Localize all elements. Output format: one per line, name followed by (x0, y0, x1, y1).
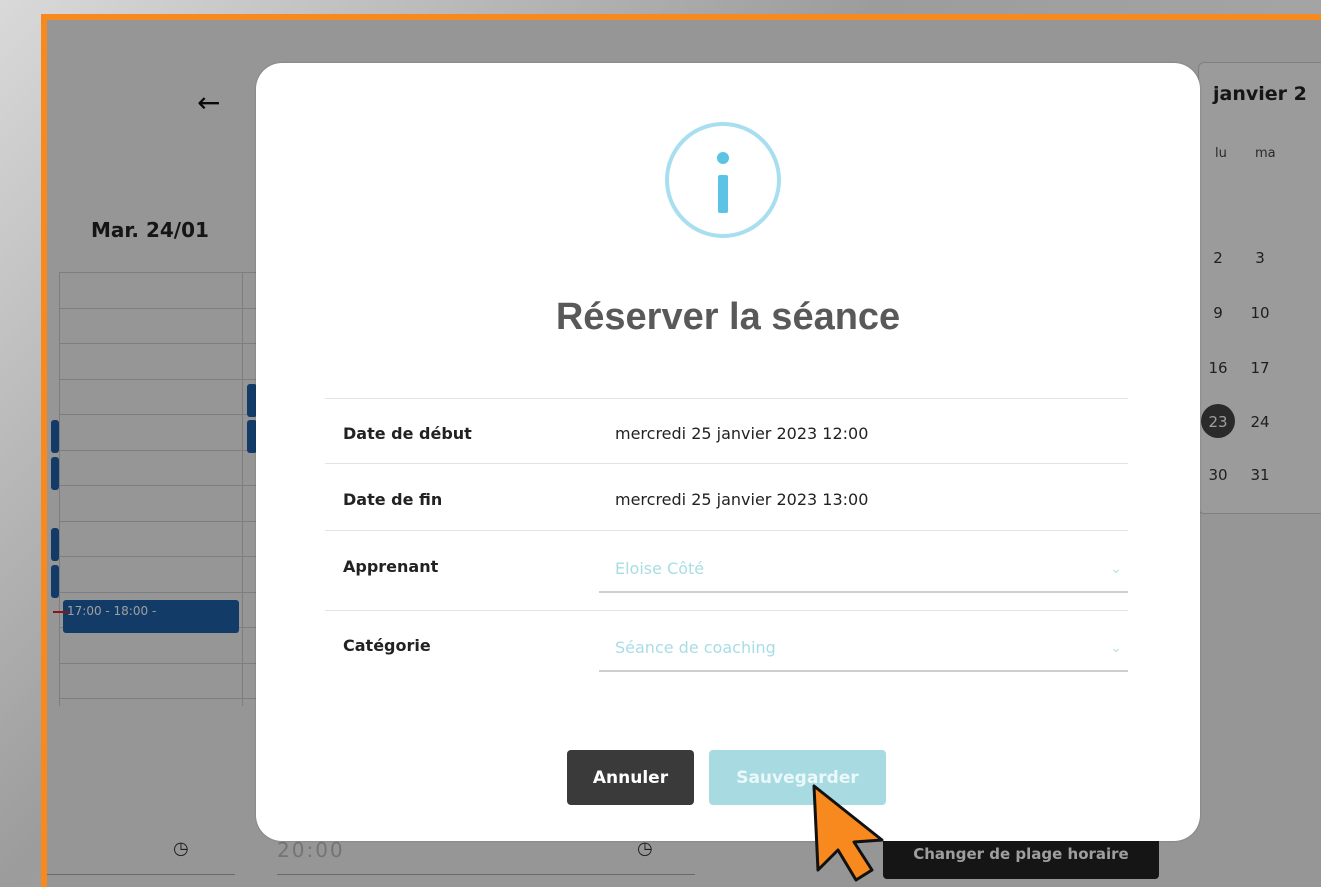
category-label: Catégorie (343, 636, 431, 655)
category-value: Séance de coaching (615, 638, 776, 657)
form-divider (325, 398, 1128, 399)
chevron-down-icon: ⌄ (1110, 561, 1122, 577)
start-date-value: mercredi 25 janvier 2023 12:00 (615, 424, 869, 443)
learner-select[interactable]: Eloise Côté ⌄ (599, 559, 1128, 593)
cancel-button[interactable]: Annuler (567, 750, 694, 805)
end-date-label: Date de fin (343, 490, 443, 509)
mouse-cursor-icon (812, 784, 884, 882)
info-icon (665, 122, 781, 238)
end-date-value: mercredi 25 janvier 2023 13:00 (615, 490, 869, 509)
category-select[interactable]: Séance de coaching ⌄ (599, 638, 1128, 672)
chevron-down-icon: ⌄ (1110, 640, 1122, 656)
learner-label: Apprenant (343, 557, 439, 576)
form-divider (325, 610, 1128, 611)
start-date-label: Date de début (343, 424, 472, 443)
learner-value: Eloise Côté (615, 559, 705, 578)
form-divider (325, 530, 1128, 531)
modal-title: Réserver la séance (555, 296, 901, 338)
form-divider (325, 463, 1128, 464)
